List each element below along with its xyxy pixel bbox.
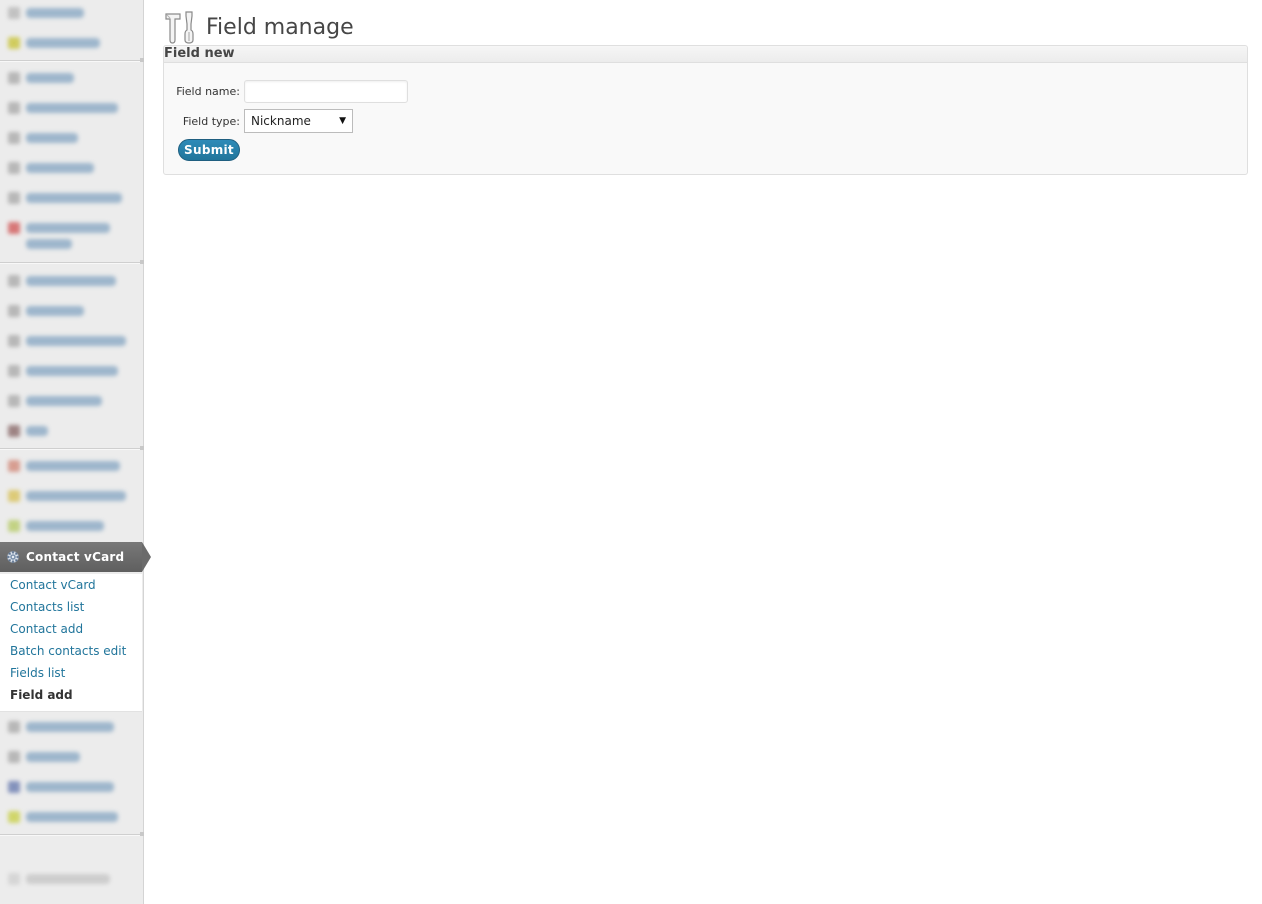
blurred-menu-item[interactable] (0, 95, 142, 123)
collapse-menu[interactable] (0, 866, 142, 894)
page-header: Field manage (164, 10, 354, 44)
blurred-menu-item[interactable] (0, 298, 142, 326)
submenu-field-add[interactable]: Field add (0, 684, 142, 706)
field-type-select[interactable]: Nickname ▼ (244, 109, 353, 133)
submit-button[interactable]: Submit (178, 139, 240, 161)
menu-separator (0, 58, 144, 62)
blurred-menu-item[interactable] (0, 30, 142, 58)
blurred-menu-item[interactable] (0, 804, 142, 832)
gear-icon (7, 551, 19, 563)
submenu-contacts-list[interactable]: Contacts list (0, 596, 142, 618)
field-new-postbox: Field new Field name: Field type: Nickna… (163, 45, 1248, 175)
menu-contact-vcard[interactable]: Contact vCard (0, 542, 151, 572)
field-type-row: Field type: Nickname ▼ (164, 109, 353, 133)
current-menu-label: Contact vCard (26, 550, 125, 564)
blurred-menu-item[interactable] (0, 0, 142, 28)
postbox-title: Field new (164, 46, 1247, 63)
submenu-contact-vcard[interactable]: Contact vCard (0, 574, 142, 596)
field-name-row: Field name: (164, 79, 408, 103)
blurred-menu-item[interactable] (0, 388, 142, 416)
blurred-menu-item[interactable] (0, 774, 142, 802)
menu-separator (0, 832, 144, 836)
blurred-menu-item[interactable] (0, 125, 142, 153)
admin-sidebar: Contact vCard Contact vCard Contacts lis… (0, 0, 151, 904)
contact-vcard-submenu: Contact vCard Contacts list Contact add … (0, 574, 142, 712)
blurred-menu-item[interactable] (0, 714, 142, 742)
blurred-menu-item[interactable] (0, 185, 142, 213)
blurred-menu-item[interactable] (0, 65, 142, 93)
dropdown-arrow-icon: ▼ (339, 116, 346, 126)
blurred-menu-item[interactable] (0, 453, 142, 481)
blurred-menu-item[interactable] (0, 513, 142, 541)
blurred-menu-item[interactable] (0, 358, 142, 386)
menu-separator (0, 446, 144, 450)
submenu-contact-add[interactable]: Contact add (0, 618, 142, 640)
submenu-fields-list[interactable]: Fields list (0, 662, 142, 684)
submenu-batch-contacts-edit[interactable]: Batch contacts edit (0, 640, 142, 662)
blurred-menu-item[interactable] (0, 215, 142, 255)
blurred-menu-item[interactable] (0, 418, 142, 446)
field-name-label: Field name: (176, 84, 240, 98)
blurred-menu-item[interactable] (0, 155, 142, 183)
menu-separator (0, 260, 144, 264)
blurred-menu-item[interactable] (0, 483, 142, 511)
tools-icon (165, 11, 194, 44)
blurred-menu-item[interactable] (0, 328, 142, 356)
page-title: Field manage (206, 14, 354, 40)
field-name-input[interactable] (244, 79, 408, 103)
field-type-label: Field type: (182, 114, 240, 128)
blurred-menu-item[interactable] (0, 268, 142, 296)
field-type-selected-value: Nickname (251, 114, 311, 128)
blurred-menu-item[interactable] (0, 744, 142, 772)
